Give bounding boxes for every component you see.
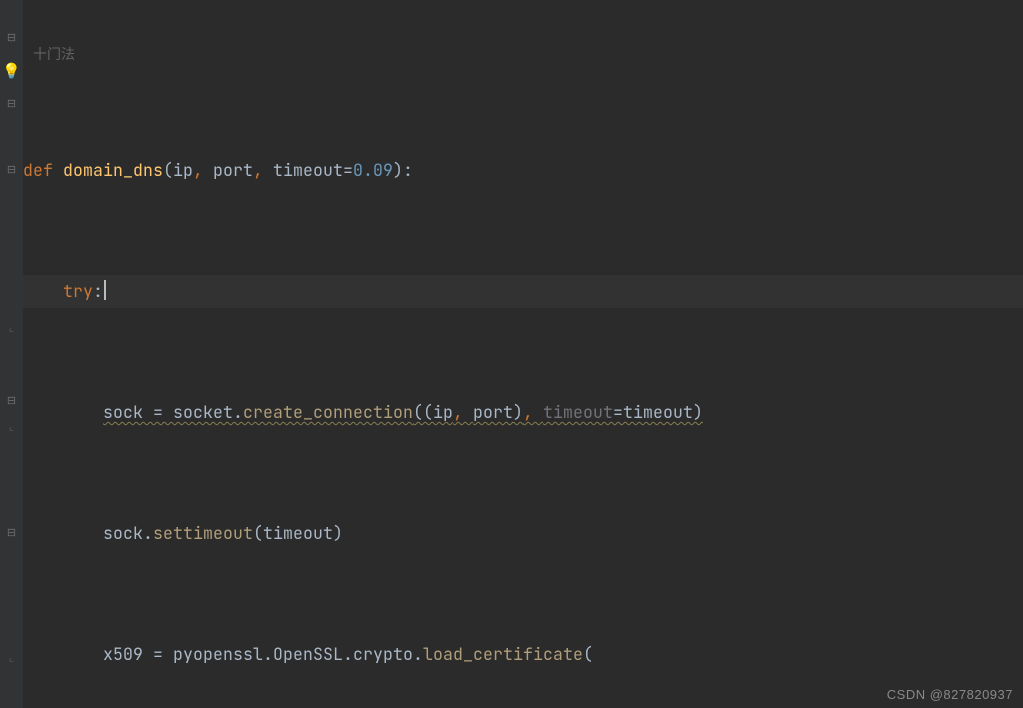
- editor-gutter[interactable]: 💡: [0, 0, 23, 708]
- watermark: CSDN @827820937: [887, 687, 1013, 702]
- comma: ,: [253, 159, 273, 181]
- code-area[interactable]: 十门法 def domain_dns(ip, port, timeout=0.0…: [23, 0, 1023, 708]
- code-editor[interactable]: 💡 十门法 def domain_dns(ip, port, timeout=0…: [0, 0, 1023, 708]
- code-line-current[interactable]: try:: [23, 275, 1023, 308]
- number-literal: 0.09: [353, 159, 393, 181]
- text-caret: [104, 280, 106, 300]
- equals: =: [343, 159, 353, 181]
- function-name: domain_dns: [63, 159, 163, 181]
- param-ip: ip: [173, 159, 193, 181]
- breadcrumb: 十门法: [23, 44, 1023, 66]
- code-line[interactable]: sock.settimeout(timeout): [23, 517, 1023, 550]
- fold-icon[interactable]: [0, 517, 23, 550]
- intention-bulb-icon[interactable]: 💡: [0, 55, 23, 88]
- warn-span: sock = socket.create_connection((ip, por…: [103, 401, 703, 423]
- code-line[interactable]: x509 = pyopenssl.OpenSSL.crypto.load_cer…: [23, 638, 1023, 671]
- paren-open: (: [163, 159, 173, 181]
- param-timeout: timeout: [273, 159, 343, 181]
- fold-icon[interactable]: [0, 88, 23, 121]
- code-line[interactable]: def domain_dns(ip, port, timeout=0.09):: [23, 154, 1023, 187]
- keyword-try: try: [63, 280, 93, 302]
- fold-icon[interactable]: [0, 22, 23, 55]
- keyword-def: def: [23, 159, 63, 181]
- comma: ,: [193, 159, 213, 181]
- code-line[interactable]: sock = socket.create_connection((ip, por…: [23, 396, 1023, 429]
- paren-close: ):: [393, 159, 413, 181]
- fold-end-icon[interactable]: [0, 649, 23, 682]
- fold-end-icon[interactable]: [0, 418, 23, 451]
- fold-icon[interactable]: [0, 154, 23, 187]
- fold-icon[interactable]: [0, 385, 23, 418]
- param-port: port: [213, 159, 253, 181]
- colon: :: [93, 280, 103, 302]
- fold-end-icon[interactable]: [0, 319, 23, 352]
